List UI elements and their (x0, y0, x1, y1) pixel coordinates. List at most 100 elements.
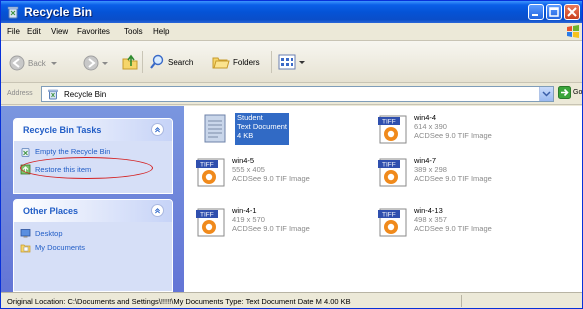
panel-title: Recycle Bin Tasks (23, 125, 102, 135)
address-value: Recycle Bin (64, 90, 107, 99)
desktop-link[interactable]: Desktop (20, 228, 63, 239)
chevron-down-icon (299, 61, 305, 64)
menu-bar: File Edit View Favorites Tools Help (1, 23, 582, 41)
toolbar: Back Search Folders (1, 41, 582, 83)
address-bar: Address Recycle Bin Go (1, 83, 582, 105)
file-size: 4 KB (237, 131, 254, 140)
minimize-icon (532, 14, 538, 16)
menu-edit[interactable]: Edit (27, 27, 41, 36)
other-places-header[interactable]: Other Places (14, 200, 172, 222)
chevron-down-icon (50, 62, 57, 65)
recycle-bin-icon (48, 89, 58, 100)
search-icon (150, 54, 164, 69)
menu-help[interactable]: Help (153, 27, 169, 36)
file-name: win4-4 (414, 113, 437, 122)
panel-title: Other Places (23, 206, 79, 216)
go-label: Go (573, 89, 583, 96)
file-info: win4-7 389 x 298 ACDSee 9.0 TIF Image (414, 156, 492, 188)
menu-favorites[interactable]: Favorites (77, 27, 110, 36)
search-label: Search (168, 57, 194, 67)
folders-button[interactable]: Folders (212, 54, 260, 70)
tiff-image-icon: TIFF (376, 206, 410, 238)
go-button[interactable]: Go (558, 86, 582, 99)
file-name: win-4-1 (232, 206, 257, 215)
file-name: win4-5 (232, 156, 255, 165)
address-input[interactable]: Recycle Bin (41, 86, 554, 102)
close-button[interactable] (564, 4, 580, 20)
file-type: ACDSee 9.0 TIF Image (414, 174, 492, 183)
collapse-icon[interactable] (151, 123, 164, 136)
empty-recycle-bin-link[interactable]: Empty the Recycle Bin (20, 146, 110, 157)
back-arrow-icon (9, 55, 25, 71)
my-documents-folder-icon (20, 244, 31, 253)
menu-view[interactable]: View (51, 27, 68, 36)
address-dropdown-button[interactable] (539, 87, 553, 101)
file-item-win-4-1[interactable]: TIFF win-4-1 419 x 570 ACDSee 9.0 TIF Im… (194, 206, 310, 238)
recycle-bin-icon (21, 148, 30, 157)
title-bar[interactable]: Recycle Bin (1, 1, 582, 23)
minimize-button[interactable] (528, 4, 544, 20)
recycle-bin-tasks-panel: Recycle Bin Tasks Empty the Recycle Bin … (13, 118, 173, 194)
maximize-icon (549, 7, 559, 17)
maximize-button[interactable] (546, 4, 562, 20)
address-label: Address (7, 90, 33, 97)
tiff-badge-label: TIFF (382, 212, 396, 219)
folders-label: Folders (233, 57, 260, 67)
file-name: win4-7 (414, 156, 437, 165)
tiff-badge-label: TIFF (382, 162, 396, 169)
menu-tools[interactable]: Tools (124, 27, 143, 36)
tiff-image-icon: TIFF (376, 156, 410, 188)
place-label: My Documents (35, 243, 86, 252)
forward-arrow-icon (83, 55, 99, 71)
search-button[interactable]: Search (149, 54, 193, 70)
status-divider (461, 295, 462, 307)
file-info: win-4-1 419 x 570 ACDSee 9.0 TIF Image (232, 206, 310, 238)
status-bar: Original Location: C:\Documents and Sett… (1, 292, 582, 308)
views-icon (278, 54, 296, 70)
back-button[interactable]: Back (9, 55, 58, 71)
file-info: win4-5 555 x 405 ACDSee 9.0 TIF Image (232, 156, 310, 188)
explorer-window: Recycle Bin File Edit View Favorites Too… (0, 0, 583, 309)
image-dimensions: 498 x 357 (414, 215, 447, 224)
tiff-image-icon: TIFF (376, 113, 410, 145)
chevron-down-icon (542, 91, 551, 97)
folder-up-icon (122, 54, 138, 70)
folders-icon (212, 57, 230, 69)
file-info: win4-4 614 x 390 ACDSee 9.0 TIF Image (414, 113, 492, 145)
file-item-win4-7[interactable]: TIFF win4-7 389 x 298 ACDSee 9.0 TIF Ima… (376, 156, 492, 188)
close-icon (567, 7, 577, 17)
file-info: win-4-13 498 x 357 ACDSee 9.0 TIF Image (414, 206, 492, 238)
go-arrow-icon (558, 86, 571, 99)
recycle-bin-tasks-header[interactable]: Recycle Bin Tasks (14, 119, 172, 141)
text-document-icon (197, 113, 231, 145)
tiff-image-icon: TIFF (194, 156, 228, 188)
image-dimensions: 555 x 405 (232, 165, 265, 174)
tiff-badge-label: TIFF (200, 212, 214, 219)
place-label: Desktop (35, 229, 63, 238)
file-type: ACDSee 9.0 TIF Image (414, 131, 492, 140)
menu-file[interactable]: File (7, 27, 20, 36)
tiff-badge-label: TIFF (200, 162, 214, 169)
file-item-win-4-13[interactable]: TIFF win-4-13 498 x 357 ACDSee 9.0 TIF I… (376, 206, 492, 238)
up-folder-button[interactable] (121, 53, 139, 71)
task-label: Empty the Recycle Bin (35, 147, 111, 156)
file-item-student[interactable]: Student Text Document 4 KB (197, 113, 290, 145)
file-name: Student (237, 113, 263, 122)
file-type: ACDSee 9.0 TIF Image (232, 224, 310, 233)
file-list-pane: Student Text Document 4 KB TIFF win4-4 6… (184, 106, 582, 292)
my-documents-link[interactable]: My Documents (20, 242, 85, 253)
other-places-panel: Other Places Desktop My Documents (13, 199, 173, 292)
forward-button[interactable] (83, 55, 109, 71)
file-info: Student Text Document 4 KB (235, 113, 290, 145)
tiff-image-icon: TIFF (194, 206, 228, 238)
status-text: Original Location: C:\Documents and Sett… (7, 297, 351, 306)
views-button[interactable] (278, 53, 306, 71)
image-dimensions: 419 x 570 (232, 215, 265, 224)
toolbar-separator (142, 51, 143, 73)
file-item-win4-5[interactable]: TIFF win4-5 555 x 405 ACDSee 9.0 TIF Ima… (194, 156, 310, 188)
file-item-win4-4[interactable]: TIFF win4-4 614 x 390 ACDSee 9.0 TIF Ima… (376, 113, 492, 145)
image-dimensions: 614 x 390 (414, 122, 447, 131)
window-title: Recycle Bin (24, 5, 93, 19)
tiff-badge-label: TIFF (382, 119, 396, 126)
collapse-icon[interactable] (151, 204, 164, 217)
